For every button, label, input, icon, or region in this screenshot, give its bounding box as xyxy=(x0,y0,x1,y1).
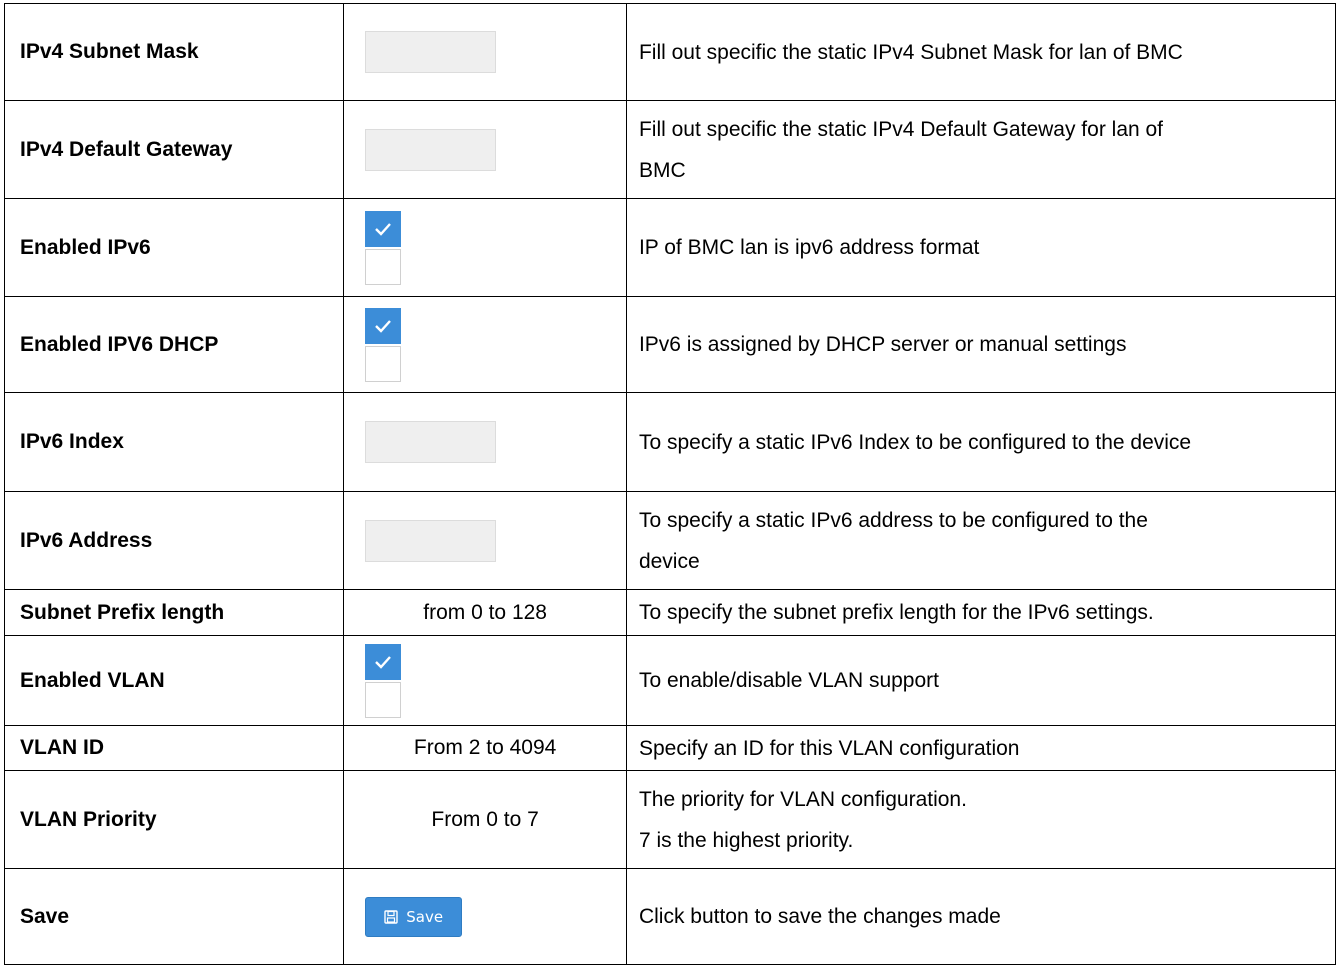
row-label: IPv6 Address xyxy=(3,491,345,590)
row-description: To specify a static IPv6 Index to be con… xyxy=(625,392,1336,492)
settings-help-table: IPv4 Subnet Mask Fill out specific the s… xyxy=(3,3,1336,965)
row-description: To specify the subnet prefix length for … xyxy=(625,589,1336,636)
table-row: VLAN ID From 2 to 4094 Specify an ID for… xyxy=(3,725,1336,771)
row-value: From 2 to 4094 xyxy=(343,725,627,771)
row-label: IPv4 Subnet Mask xyxy=(3,3,345,101)
row-description: Fill out specific the static IPv4 Subnet… xyxy=(625,3,1336,101)
table-row: Enabled VLAN To enable/disable VLAN supp… xyxy=(3,635,1336,726)
row-value: From 0 to 7 xyxy=(343,770,627,869)
ipv4-subnet-mask-field[interactable] xyxy=(365,31,497,73)
enabled-vlan-checkbox-unchecked[interactable] xyxy=(365,681,402,718)
row-label: VLAN Priority xyxy=(3,770,345,869)
check-icon xyxy=(375,222,392,236)
row-label: Save xyxy=(3,868,345,965)
row-label: Enabled IPv6 xyxy=(3,198,345,297)
table-row: Subnet Prefix length from 0 to 128 To sp… xyxy=(3,589,1336,636)
enabled-ipv6-checkbox-checked[interactable] xyxy=(365,210,402,247)
row-value: from 0 to 128 xyxy=(343,589,627,636)
enabled-ipv6-dhcp-checkbox-checked[interactable] xyxy=(365,307,402,344)
table-row: IPv6 Index To specify a static IPv6 Inde… xyxy=(3,392,1336,492)
ipv4-default-gateway-field[interactable] xyxy=(365,128,497,171)
enabled-vlan-checkbox-checked[interactable] xyxy=(365,643,402,680)
row-description: IPv6 is assigned by DHCP server or manua… xyxy=(625,296,1336,393)
row-description: IP of BMC lan is ipv6 address format xyxy=(625,198,1336,297)
table-row: Enabled IPV6 DHCP IPv6 is assigned by DH… xyxy=(3,296,1336,393)
row-label: IPv4 Default Gateway xyxy=(3,100,345,199)
save-button-label: Save xyxy=(406,907,444,926)
enabled-ipv6-dhcp-checkbox-unchecked[interactable] xyxy=(365,345,402,382)
table-row: Save Save Click button to save the chang… xyxy=(3,868,1336,965)
row-description: Click button to save the changes made xyxy=(625,868,1336,965)
row-label: VLAN ID xyxy=(3,725,345,771)
table-row: VLAN Priority From 0 to 7 The priority f… xyxy=(3,770,1336,869)
row-label: IPv6 Index xyxy=(3,392,345,492)
table-row: IPv6 Address To specify a static IPv6 ad… xyxy=(3,491,1336,590)
row-label: Enabled VLAN xyxy=(3,635,345,726)
ipv6-index-field[interactable] xyxy=(365,421,497,463)
ipv6-address-field[interactable] xyxy=(365,519,497,562)
table-row: Enabled IPv6 IP of BMC lan is ipv6 addre… xyxy=(3,198,1336,297)
check-icon xyxy=(375,655,392,669)
table-row: IPv4 Default Gateway Fill out specific t… xyxy=(3,100,1336,199)
row-label: Enabled IPV6 DHCP xyxy=(3,296,345,393)
row-description: To enable/disable VLAN support xyxy=(625,635,1336,726)
check-icon xyxy=(375,319,392,333)
row-label: Subnet Prefix length xyxy=(3,589,345,636)
floppy-disk-icon xyxy=(384,909,398,924)
row-description: Specify an ID for this VLAN configuratio… xyxy=(625,725,1336,771)
table-row: IPv4 Subnet Mask Fill out specific the s… xyxy=(3,3,1336,101)
row-description: To specify a static IPv6 address to be c… xyxy=(625,491,1336,590)
row-description: The priority for VLAN configuration. 7 is… xyxy=(625,770,1336,869)
enabled-ipv6-checkbox-unchecked[interactable] xyxy=(365,248,402,285)
save-button[interactable]: Save xyxy=(365,896,463,937)
row-description: Fill out specific the static IPv4 Defaul… xyxy=(625,100,1336,199)
